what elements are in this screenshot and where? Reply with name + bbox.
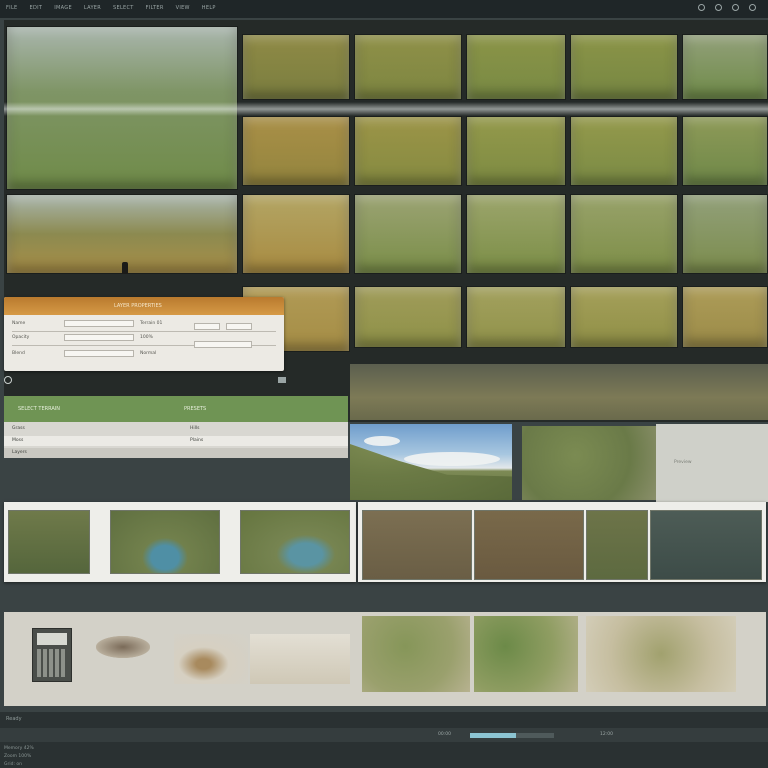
field-label: Opacity (12, 335, 30, 340)
preview-side-panel: Preview (656, 424, 768, 502)
top-menu-bar: FILE EDIT IMAGE LAYER SELECT FILTER VIEW… (0, 0, 768, 18)
terrain-tile[interactable] (466, 286, 566, 348)
close-icon[interactable] (749, 4, 756, 11)
calculator-icon[interactable] (32, 628, 72, 682)
terrain-tile[interactable] (570, 116, 678, 186)
panel-header: SELECT TERRAIN PRESETS (4, 396, 348, 422)
list-item[interactable]: Layers (4, 448, 348, 458)
footer-item: Zoom 100% (4, 754, 32, 759)
terrain-tile[interactable] (354, 34, 462, 100)
cloud (404, 452, 500, 466)
menu-item-filter[interactable]: FILTER (146, 5, 164, 11)
grass-asset[interactable] (362, 616, 470, 692)
terrain-tile[interactable] (242, 34, 350, 100)
menu-item-help[interactable]: HELP (202, 5, 216, 11)
window-controls (698, 4, 756, 11)
field-label: Blend (12, 351, 25, 356)
terrain-tile[interactable] (466, 194, 566, 274)
blend-field[interactable] (64, 350, 134, 357)
dialog-header[interactable]: LAYER PROPERTIES (4, 297, 284, 315)
menu-item-layer[interactable]: LAYER (84, 5, 101, 11)
timeline-start: 00:00 (438, 732, 451, 737)
list-item[interactable]: Moss Plains (4, 436, 348, 446)
settings-icon[interactable] (732, 4, 739, 11)
thumbnail[interactable] (586, 510, 648, 580)
menu-item-image[interactable]: IMAGE (54, 5, 72, 11)
gravel-asset[interactable] (250, 634, 350, 684)
terrain-tile[interactable] (570, 286, 678, 348)
terrain-tile[interactable] (242, 116, 350, 186)
thumbnail[interactable] (8, 510, 90, 574)
terrain-tile[interactable] (682, 194, 768, 274)
add-layer-icon[interactable] (4, 376, 12, 384)
terrain-tile[interactable] (682, 34, 768, 100)
timeline-end: 12:00 (600, 732, 613, 737)
timeline-bar: 00:00 12:00 (0, 728, 768, 742)
terrain-tile[interactable] (570, 34, 678, 100)
terrain-tile[interactable] (354, 194, 462, 274)
maximize-icon[interactable] (715, 4, 722, 11)
thumbnail[interactable] (650, 510, 762, 580)
menu-item-select[interactable]: SELECT (113, 5, 134, 11)
menu: FILE EDIT IMAGE LAYER SELECT FILTER VIEW… (6, 5, 216, 11)
field-label: Name (12, 321, 26, 326)
list-item[interactable]: Grass Hills (4, 424, 348, 434)
field-value: Normal (140, 351, 157, 356)
cloud (364, 436, 400, 446)
moss-preview[interactable] (522, 426, 656, 500)
field-value: 100% (140, 335, 153, 340)
terrain-panel: SELECT TERRAIN PRESETS Grass Hills Moss … (4, 396, 348, 458)
footer-info: Memory 42% Zoom 100% Grid: on (4, 746, 124, 767)
terrain-tile[interactable] (570, 194, 678, 274)
terrain-tile[interactable] (354, 286, 462, 348)
terrain-tile[interactable] (354, 116, 462, 186)
thumbnail[interactable] (240, 510, 350, 574)
terrain-tile[interactable] (682, 116, 768, 186)
panel-title: SELECT TERRAIN (18, 406, 61, 412)
scroll-handle-icon[interactable] (278, 377, 286, 383)
meadow-asset[interactable] (586, 616, 736, 692)
dialog-title: LAYER PROPERTIES (114, 303, 162, 309)
terrain-tile[interactable] (242, 194, 350, 274)
menu-item-edit[interactable]: EDIT (30, 5, 43, 11)
footer-item: Grid: on (4, 762, 22, 767)
moss-asset[interactable] (474, 616, 578, 692)
timeline-progress[interactable] (470, 733, 554, 738)
rock-asset[interactable] (96, 636, 150, 658)
opacity-field[interactable] (64, 334, 134, 341)
footer-item: Memory 42% (4, 746, 34, 751)
field-value: Terrain 01 (140, 321, 163, 326)
terrain-tile[interactable] (466, 116, 566, 186)
apply-button[interactable] (194, 341, 252, 348)
thumbnail-strip (4, 502, 356, 582)
thumbnail-strip (358, 502, 766, 582)
thumbnail[interactable] (110, 510, 220, 574)
name-field[interactable] (64, 320, 134, 327)
layer-properties-dialog: LAYER PROPERTIES Name Terrain 01 Opacity… (4, 297, 284, 371)
panel-subtitle: PRESETS (184, 406, 207, 412)
thumbnail[interactable] (362, 510, 472, 580)
canvas-reflection (350, 364, 768, 420)
minimize-icon[interactable] (698, 4, 705, 11)
terrain-tile[interactable] (466, 34, 566, 100)
preview-label: Preview (674, 460, 692, 465)
figure-silhouette (122, 262, 128, 274)
status-text: Ready (6, 716, 22, 722)
terrain-tile[interactable] (682, 286, 768, 348)
sand-asset[interactable] (174, 634, 248, 684)
cancel-button[interactable] (226, 323, 252, 330)
ok-button[interactable] (194, 323, 220, 330)
thumbnail[interactable] (474, 510, 584, 580)
menu-item-view[interactable]: VIEW (176, 5, 190, 11)
menu-item-file[interactable]: FILE (6, 5, 18, 11)
